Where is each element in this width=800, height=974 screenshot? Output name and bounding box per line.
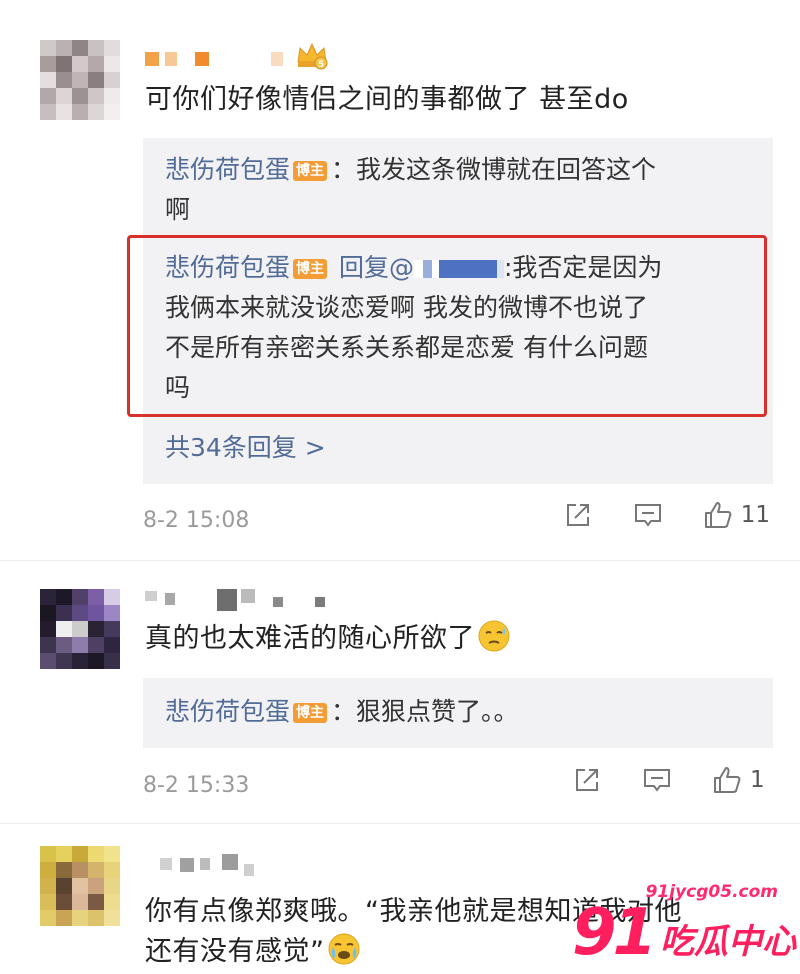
reply-text: ：我发这条微博就在回答这个: [331, 155, 657, 184]
watermark-url: 91jycg05.com: [645, 882, 778, 902]
comment-actions: 1: [532, 765, 770, 795]
like-icon[interactable]: [703, 500, 733, 530]
reply-text-cont: 啊: [165, 195, 191, 224]
reply-author[interactable]: 悲伤荷包蛋: [165, 155, 290, 184]
author-badge: 博主: [293, 703, 328, 723]
reply-box: 悲伤荷包蛋 博主 ：我发这条微博就在回答这个 啊 悲伤荷包蛋 博主 回复@:我否定是因…: [127, 138, 773, 484]
like-count: 11: [740, 502, 770, 528]
reply-2[interactable]: 悲伤荷包蛋 博主 回复@:我否定是因为 我俩本来就没谈恋爱啊 我发的微博不也说了 …: [165, 248, 749, 408]
comment-actions: 11: [523, 500, 770, 530]
like-icon[interactable]: [712, 765, 742, 795]
avatar[interactable]: [40, 40, 120, 120]
username-masked[interactable]: [145, 589, 345, 611]
reply-text: :我否定是因为: [503, 253, 663, 282]
svg-text:5: 5: [318, 60, 324, 70]
reply-mention[interactable]: 回复@: [339, 253, 414, 282]
comment-time: 8-2 15:33: [143, 773, 250, 798]
watermark-number: 91: [572, 896, 657, 970]
comment-text: 真的也太难活的随心所欲了: [145, 619, 770, 659]
author-badge: 博主: [293, 161, 328, 181]
username-masked[interactable]: [160, 854, 280, 876]
reply-text-cont: 不是所有亲密关系关系都是恋爱 有什么问题: [165, 333, 648, 362]
sweat-emoji-icon: [478, 620, 510, 652]
reply-box: 悲伤荷包蛋 博主 ：狠狠点赞了。。: [143, 678, 773, 748]
reply-author[interactable]: 悲伤荷包蛋: [165, 253, 290, 282]
comment-text: 可你们好像情侣之间的事都做了 甚至do: [145, 84, 629, 115]
share-icon[interactable]: [572, 765, 602, 795]
comment-1: 5 可你们好像情侣之间的事都做了 甚至do 悲伤荷包蛋 博主 ：我发这条微博就在回答…: [0, 0, 800, 560]
reply-text-cont: 吗: [165, 373, 191, 402]
reply-text: ：狠狠点赞了。。: [331, 697, 519, 726]
like-count: 1: [750, 767, 765, 793]
more-replies-link[interactable]: 共34条回复 >: [165, 428, 749, 468]
comment-time: 8-2 15:08: [143, 508, 250, 533]
reply-text-cont: 我俩本来就没谈恋爱啊 我发的微博不也说了: [165, 293, 648, 322]
reply-1[interactable]: 悲伤荷包蛋 博主 ：我发这条微博就在回答这个 啊: [165, 150, 749, 230]
author-badge: 博主: [293, 259, 328, 279]
reply-1[interactable]: 悲伤荷包蛋 博主 ：狠狠点赞了。。: [165, 692, 749, 732]
watermark-logo: 91jycg05.com 91 吃瓜中心: [568, 874, 800, 974]
username-masked[interactable]: 5: [145, 42, 355, 70]
crying-emoji-icon: [328, 933, 359, 965]
watermark-text: 吃瓜中心: [660, 922, 796, 962]
comment-icon[interactable]: [633, 500, 663, 530]
comment-icon[interactable]: [642, 765, 672, 795]
reply-author[interactable]: 悲伤荷包蛋: [165, 697, 290, 726]
share-icon[interactable]: [563, 500, 593, 530]
avatar[interactable]: [40, 846, 120, 926]
avatar[interactable]: [40, 589, 120, 669]
crown-icon: 5: [297, 42, 328, 70]
mention-masked: [413, 260, 504, 278]
comment-2: 真的也太难活的随心所欲了 悲伤荷包蛋 博主 ：狠狠点赞了。。 8-2 15:33 1: [0, 561, 800, 823]
